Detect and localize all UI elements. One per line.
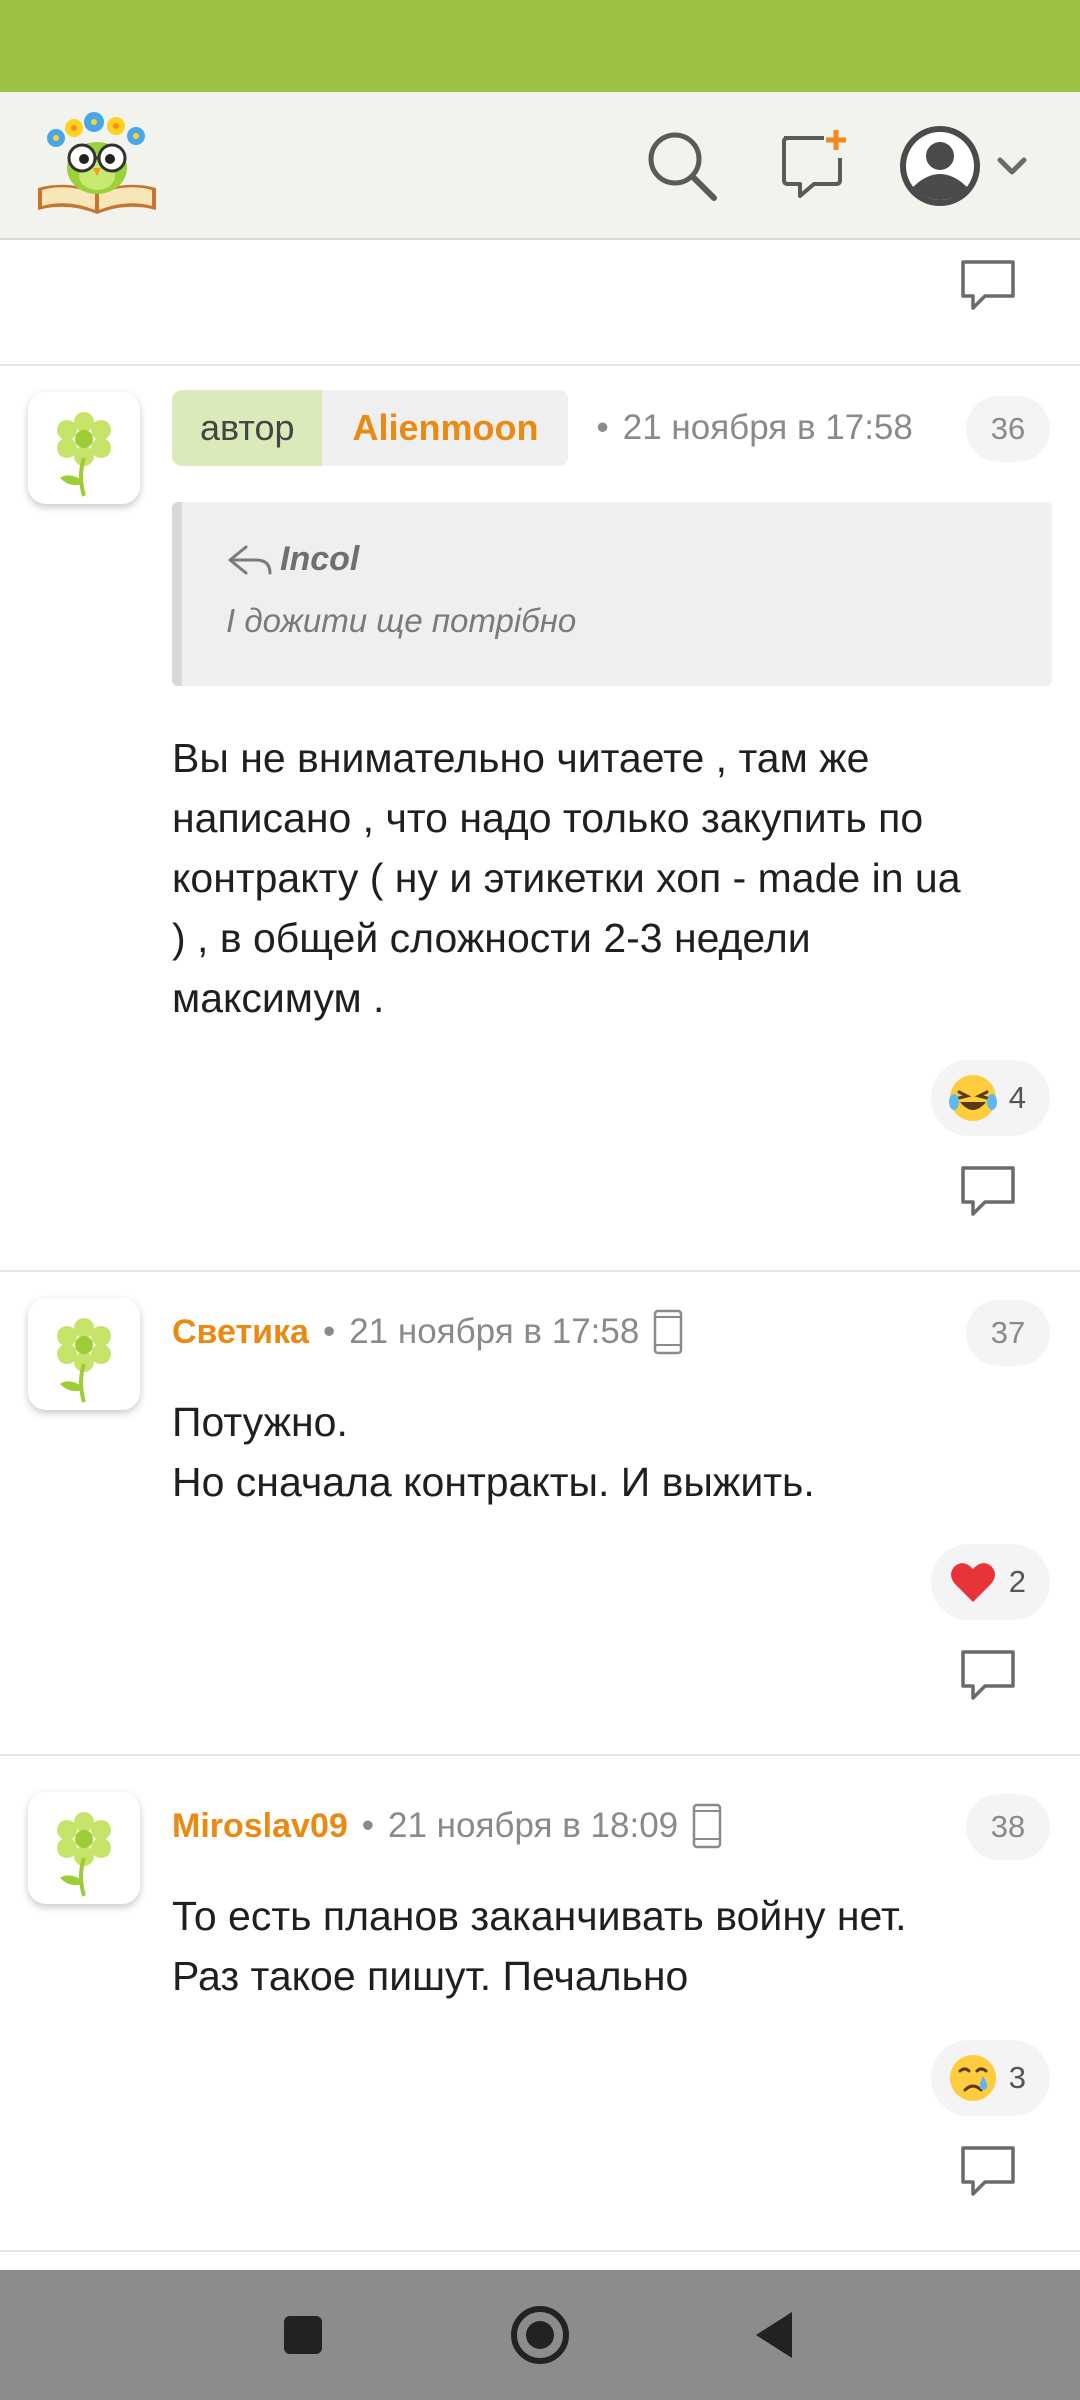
author-role-label: автор xyxy=(172,390,323,466)
reaction-count: 3 xyxy=(1008,2060,1026,2095)
reply-arrow-icon xyxy=(228,545,272,574)
reaction-count: 2 xyxy=(1008,1564,1026,1599)
username[interactable]: Miroslav09 xyxy=(172,1807,348,1846)
comment-text: То есть планов заканчивать войну нет. Ра… xyxy=(172,1893,907,1999)
separator-dot: • xyxy=(361,1806,375,1845)
comment-divider xyxy=(0,364,1080,366)
profile-menu-button[interactable] xyxy=(898,118,1038,214)
comments-feed[interactable]: автор Alienmoon • 21 ноября в 17:58 36 I… xyxy=(0,240,1080,2270)
username[interactable]: Alienmoon xyxy=(322,390,569,466)
separator-dot: • xyxy=(322,1312,336,1351)
comment-text: Потужно. Но сначала контракты. И выжить. xyxy=(172,1399,815,1505)
reaction-button[interactable]: 3 xyxy=(930,2040,1050,2116)
avatar[interactable] xyxy=(28,392,140,504)
reply-icon[interactable] xyxy=(957,2144,1019,2200)
app-header xyxy=(0,92,1080,240)
username[interactable]: Светика xyxy=(172,1313,309,1352)
crying-face-emoji xyxy=(949,2055,996,2101)
system-nav-bar xyxy=(0,2270,1080,2400)
comment-number-badge[interactable]: 38 xyxy=(966,1794,1050,1860)
triangle-back-icon[interactable] xyxy=(740,2298,814,2372)
comment-date: 21 ноября в 17:58 xyxy=(622,408,913,447)
quote-block: Incol І дожити ще потрібно xyxy=(172,502,1052,686)
owl-books-logo[interactable] xyxy=(34,110,160,222)
comment-number-badge[interactable]: 37 xyxy=(966,1300,1050,1366)
reaction-count: 4 xyxy=(1008,1080,1026,1115)
comment-divider xyxy=(0,1270,1080,1272)
red-heart-emoji xyxy=(950,1563,995,1602)
quote-author[interactable]: Incol xyxy=(226,540,359,579)
comment-divider xyxy=(0,1754,1080,1756)
comment-text: Вы не внимательно читаете , там же напис… xyxy=(172,735,961,1021)
comment-number-badge[interactable]: 36 xyxy=(966,396,1050,462)
quote-text: І дожити ще потрібно xyxy=(226,602,577,639)
laughing-tears-emoji xyxy=(948,1075,997,1121)
reply-icon[interactable] xyxy=(957,1648,1019,1704)
square-icon[interactable] xyxy=(266,2298,340,2372)
reaction-button[interactable]: 4 xyxy=(930,1060,1050,1136)
search-icon[interactable] xyxy=(642,126,722,206)
comment-divider xyxy=(0,2250,1080,2252)
comment-meta: автор Alienmoon • 21 ноября в 17:58 xyxy=(172,390,913,466)
comment-date: 21 ноября в 17:58 xyxy=(349,1312,640,1351)
comment-meta: Miroslav09 • 21 ноября в 18:09 xyxy=(172,1788,724,1864)
mobile-phone-icon xyxy=(654,1309,683,1355)
status-bar xyxy=(0,0,1080,92)
quote-author-name: Incol xyxy=(280,540,360,578)
reply-icon[interactable] xyxy=(957,1164,1019,1220)
avatar[interactable] xyxy=(28,1792,140,1904)
separator-dot: • xyxy=(596,408,609,447)
author-tag[interactable]: автор Alienmoon xyxy=(172,390,569,466)
reply-icon[interactable] xyxy=(957,258,1019,314)
comment-meta: Светика • 21 ноября в 17:58 xyxy=(172,1294,685,1370)
reaction-button[interactable]: 2 xyxy=(930,1544,1050,1620)
comment-date: 21 ноября в 18:09 xyxy=(388,1806,679,1845)
mobile-phone-icon xyxy=(692,1803,722,1849)
circle-home-icon[interactable] xyxy=(503,2298,577,2372)
avatar[interactable] xyxy=(28,1298,140,1410)
new-post-icon[interactable] xyxy=(774,126,854,206)
